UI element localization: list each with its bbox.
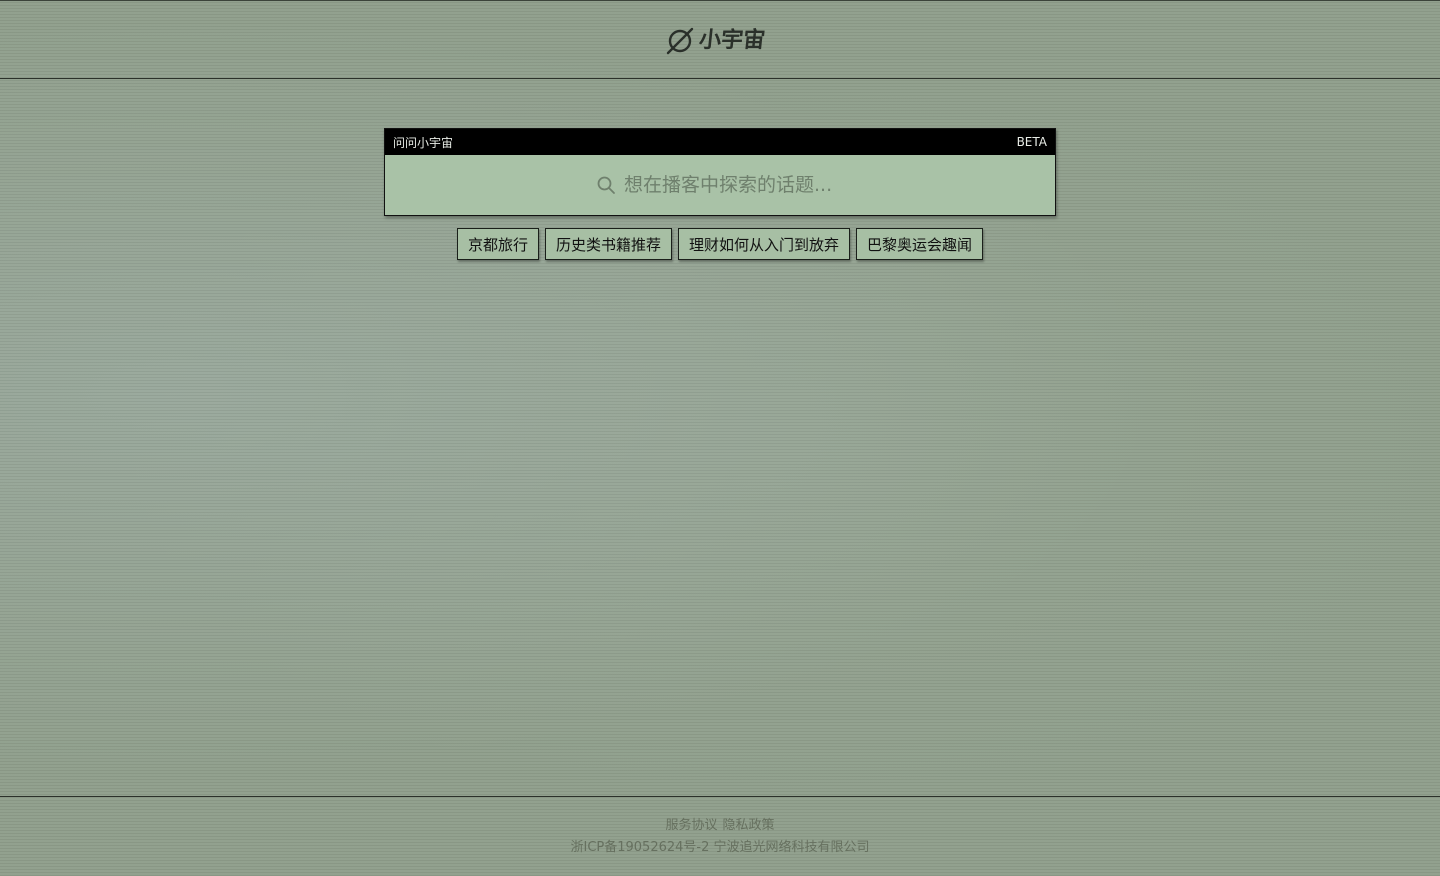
planet-icon xyxy=(666,27,694,55)
suggestion-chip-history-books[interactable]: 历史类书籍推荐 xyxy=(544,228,672,260)
logo[interactable]: 小宇宙 xyxy=(665,25,767,57)
ask-panel: 问问小宇宙 BETA xyxy=(384,128,1056,216)
terms-link[interactable]: 服务协议 xyxy=(665,817,717,835)
ask-panel-title: 问问小宇宙 xyxy=(393,135,454,150)
footer-links: 服务协议 隐私政策 xyxy=(0,817,1440,835)
logo-text: 小宇宙 xyxy=(697,28,767,53)
search-icon xyxy=(597,176,615,194)
ask-panel-titlebar: 问问小宇宙 BETA xyxy=(385,129,1055,155)
site-header: 小宇宙 xyxy=(0,0,1440,79)
suggestion-chips: 京都旅行 历史类书籍推荐 理财如何从入门到放弃 巴黎奥运会趣闻 xyxy=(0,228,1440,260)
suggestion-chip-finance[interactable]: 理财如何从入门到放弃 xyxy=(678,228,851,260)
search-field[interactable] xyxy=(385,155,1055,215)
search-input[interactable] xyxy=(624,174,844,196)
privacy-link[interactable]: 隐私政策 xyxy=(723,817,775,835)
site-footer: 服务协议 隐私政策 浙ICP备19052624号-2 宁波追光网络科技有限公司 xyxy=(0,796,1440,876)
suggestion-chip-kyoto-travel[interactable]: 京都旅行 xyxy=(456,228,539,260)
suggestion-chip-paris-olympics[interactable]: 巴黎奥运会趣闻 xyxy=(856,228,984,260)
beta-badge: BETA xyxy=(1016,135,1047,149)
icp-record: 浙ICP备19052624号-2 宁波追光网络科技有限公司 xyxy=(570,840,870,855)
